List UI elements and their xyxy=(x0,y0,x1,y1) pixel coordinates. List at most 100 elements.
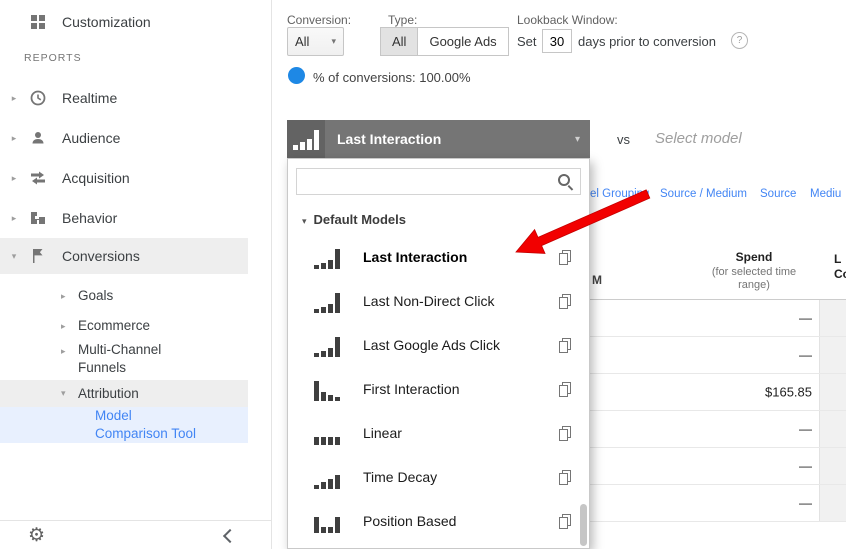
spend-header-subtitle: (for selected time range) xyxy=(711,266,797,291)
clipped-cell xyxy=(819,448,846,484)
expand-arrow-icon: ▸ xyxy=(61,290,66,301)
expand-arrow-icon: ▸ xyxy=(11,172,17,183)
model-option-first-interaction[interactable]: First Interaction xyxy=(288,367,589,411)
expand-arrow-icon: ▸ xyxy=(11,212,17,223)
copy-model-icon[interactable] xyxy=(559,469,571,485)
sidebar-item-acquisition[interactable]: ▸ Acquisition xyxy=(0,160,248,196)
last-interaction-model-icon xyxy=(314,245,346,269)
expand-arrow-icon: ▸ xyxy=(11,92,17,103)
clipped-cell xyxy=(819,485,846,521)
sidebar-item-label: Acquisition xyxy=(62,170,130,186)
spend-cell-value: — xyxy=(799,310,812,326)
flag-icon xyxy=(29,247,47,265)
ga-model-comparison-tool-screen: Customization REPORTS ▸ Realtime ▸ Audie… xyxy=(0,0,846,549)
clipped-cell xyxy=(819,374,846,410)
copy-model-icon[interactable] xyxy=(559,381,571,397)
clipped-column-header: L Co xyxy=(834,252,846,281)
sidebar-item-audience[interactable]: ▸ Audience xyxy=(0,120,248,156)
sidebar-item-ecommerce[interactable]: ▸ Ecommerce xyxy=(0,312,248,340)
table-row: — xyxy=(590,337,846,374)
model-option-position-based[interactable]: Position Based xyxy=(288,499,589,543)
model-option-label: Last Non-Direct Click xyxy=(363,293,495,309)
default-models-section-header: ▾ Default Models xyxy=(302,212,406,227)
sidebar-item-realtime[interactable]: ▸ Realtime xyxy=(0,80,248,116)
model-selector-dropdown[interactable]: Last Interaction ▾ xyxy=(287,120,590,158)
dimension-link-medium[interactable]: Mediu xyxy=(810,188,841,200)
dropdown-scrollbar-thumb[interactable] xyxy=(580,504,587,546)
model-option-label: Position Based xyxy=(363,513,457,529)
dimension-link-source-medium[interactable]: Source / Medium xyxy=(660,188,747,200)
selected-model-bars-icon xyxy=(287,120,325,158)
model-option-label: Last Google Ads Click xyxy=(363,337,500,353)
clipped-cell xyxy=(819,337,846,373)
model-option-last-interaction[interactable]: Last Interaction xyxy=(288,235,589,279)
table-row: $165.85 xyxy=(590,374,846,411)
spend-cell-value: — xyxy=(799,347,812,363)
customization-grid-icon xyxy=(29,13,47,31)
dimension-link-source[interactable]: Source xyxy=(760,188,796,200)
sidebar-subitem-label: Ecommerce xyxy=(78,318,151,333)
expand-arrow-icon: ▸ xyxy=(11,132,17,143)
model-option-last-google-ads-click[interactable]: Last Google Ads Click xyxy=(288,323,589,367)
partial-column-header: M xyxy=(592,273,602,287)
spend-column-header: Spend (for selected time range) xyxy=(680,250,828,292)
gear-icon[interactable]: ⚙ xyxy=(28,524,45,547)
chevron-down-icon: ▾ xyxy=(574,133,580,145)
spend-cell-value: — xyxy=(799,421,812,437)
table-row: — xyxy=(590,448,846,485)
copy-model-icon[interactable] xyxy=(559,425,571,441)
sidebar-item-customization[interactable]: Customization xyxy=(0,4,248,40)
sidebar-item-label: Conversions xyxy=(62,248,140,264)
sidebar-subitem-label: Goals xyxy=(78,288,114,303)
time-decay-model-icon xyxy=(314,465,346,489)
model-option-time-decay[interactable]: Time Decay xyxy=(288,455,589,499)
acquisition-arrows-icon xyxy=(29,169,47,187)
linear-model-icon xyxy=(314,421,346,445)
sidebar-item-conversions[interactable]: ▾ Conversions xyxy=(0,238,248,274)
sidebar-item-label: Behavior xyxy=(62,210,118,226)
table-row: — xyxy=(590,300,846,337)
collapse-arrow-icon: ▾ xyxy=(61,388,66,398)
copy-model-icon[interactable] xyxy=(559,337,571,353)
sidebar-item-multi-channel-funnels[interactable]: ▸ Multi-Channel Funnels xyxy=(0,340,248,380)
copy-model-icon[interactable] xyxy=(559,293,571,309)
sidebar-subitem-label: Multi-Channel Funnels xyxy=(78,342,162,375)
sidebar-item-goals[interactable]: ▸ Goals xyxy=(0,282,248,310)
copy-model-icon[interactable] xyxy=(559,249,571,265)
spend-header-title: Spend xyxy=(735,250,773,264)
clock-icon xyxy=(29,89,47,107)
model-option-last-non-direct-click[interactable]: Last Non-Direct Click xyxy=(288,279,589,323)
sidebar-item-label: Realtime xyxy=(62,90,118,106)
last-non-direct-click-model-icon xyxy=(314,289,346,313)
first-interaction-model-icon xyxy=(314,377,346,401)
sidebar-item-attribution[interactable]: ▾ Attribution xyxy=(0,380,248,407)
model-list: Last Interaction Last Non-Direct Click L… xyxy=(288,235,589,543)
sidebar-nav: Customization REPORTS ▸ Realtime ▸ Audie… xyxy=(0,0,272,549)
model-option-label: Linear xyxy=(363,425,402,441)
clipped-cell xyxy=(819,411,846,447)
model-option-label: Time Decay xyxy=(363,469,438,485)
expand-arrow-icon: ▸ xyxy=(61,346,66,356)
position-based-model-icon xyxy=(314,509,346,533)
sidebar-item-model-comparison-tool[interactable]: Model Comparison Tool xyxy=(0,407,248,443)
vs-label: vs xyxy=(617,132,630,147)
collapse-arrow-icon: ▾ xyxy=(302,216,307,226)
table-body: — — $165.85 — — — xyxy=(590,300,846,522)
model-search-input[interactable] xyxy=(296,168,581,195)
select-model-placeholder[interactable]: Select model xyxy=(655,130,742,147)
copy-model-icon[interactable] xyxy=(559,513,571,529)
sidebar-subitem-label: Attribution xyxy=(78,385,139,401)
sidebar-item-label: Customization xyxy=(62,14,151,30)
table-row: — xyxy=(590,411,846,448)
collapse-sidebar-icon[interactable] xyxy=(222,528,238,544)
spend-cell-value: $165.85 xyxy=(765,384,812,400)
sidebar-item-behavior[interactable]: ▸ Behavior xyxy=(0,200,248,236)
dimension-link-channel-grouping[interactable]: el Grouping xyxy=(590,188,649,200)
spend-cell-value: — xyxy=(799,458,812,474)
sidebar-footer-divider xyxy=(0,520,272,521)
model-option-linear[interactable]: Linear xyxy=(288,411,589,455)
sidebar-item-label: Audience xyxy=(62,130,121,146)
sidebar-subitem-label: Model Comparison Tool xyxy=(95,408,197,441)
model-option-label: First Interaction xyxy=(363,381,460,397)
behavior-flow-icon xyxy=(29,209,47,227)
